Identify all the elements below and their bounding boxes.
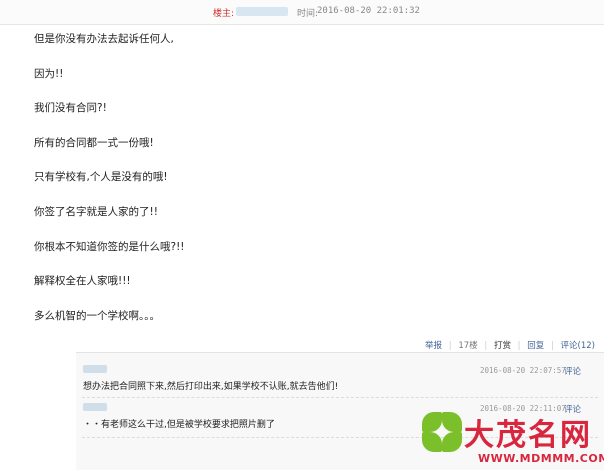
post-line: 只有学校有,个人是没有的哦! — [34, 171, 168, 184]
post-line: 你签了名字就是人家的了!! — [34, 205, 158, 218]
site-watermark: 大茂名网 WWW.MDMMM.COM — [418, 408, 604, 469]
floor-number: 17楼 — [458, 341, 478, 351]
reply-button[interactable]: 回复 — [527, 339, 544, 351]
watermark-en: WWW.MDMMM.COM — [478, 452, 604, 465]
poster-label: 楼主: — [213, 9, 235, 19]
comment-time: 2016-08-20 22:07:57 — [480, 366, 566, 375]
comment-text: 想办法把合同照下来,然后打印出来,如果学校不认账,就去告他们! — [83, 382, 339, 392]
commenter-name-redacted[interactable] — [83, 365, 107, 373]
divider: | — [448, 341, 452, 351]
post-line: 因为!! — [34, 67, 64, 80]
commenter-name-redacted[interactable] — [83, 403, 107, 411]
post-line: 解释权全在人家哦!!! — [34, 275, 131, 288]
post-body: 但是你没有办法去起诉任何人, 因为!! 我们没有合同?! 所有的合同都一式一份哦… — [34, 32, 185, 343]
divider: | — [550, 341, 554, 351]
comment-text: ・・有老师这么干过,但是被学校要求把照片删了 — [83, 420, 275, 430]
divider: | — [517, 341, 521, 351]
post-line: 所有的合同都一式一份哦! — [34, 136, 154, 149]
watermark-cn: 大茂名网 — [464, 418, 592, 453]
comment-divider — [82, 397, 598, 398]
post-meta-bar: 楼主: 时间: 2016-08-20 22:01:32 — [0, 0, 604, 25]
divider: | — [484, 341, 488, 351]
post-time: 2016-08-20 22:01:32 — [317, 6, 420, 16]
poster-name-redacted[interactable] — [236, 7, 288, 16]
post-actions: 举报 | 17楼 | 打赏 | 回复 | 评论(12) — [425, 339, 595, 351]
post-line: 但是你没有办法去起诉任何人, — [34, 33, 174, 45]
post-line: 你根本不知道你签的是什么哦?!! — [34, 240, 185, 253]
post-line: 我们没有合同?! — [34, 102, 107, 115]
tip-button[interactable]: 打赏 — [494, 339, 511, 351]
time-label: 时间: — [297, 9, 319, 19]
comment-button[interactable]: 评论(12) — [561, 339, 595, 351]
clover-logo-icon — [420, 410, 464, 454]
comment-reply-link[interactable]: 评论 — [564, 365, 581, 377]
report-link[interactable]: 举报 — [425, 339, 442, 351]
post-line: 多么机智的一个学校啊。。。 — [34, 309, 160, 322]
